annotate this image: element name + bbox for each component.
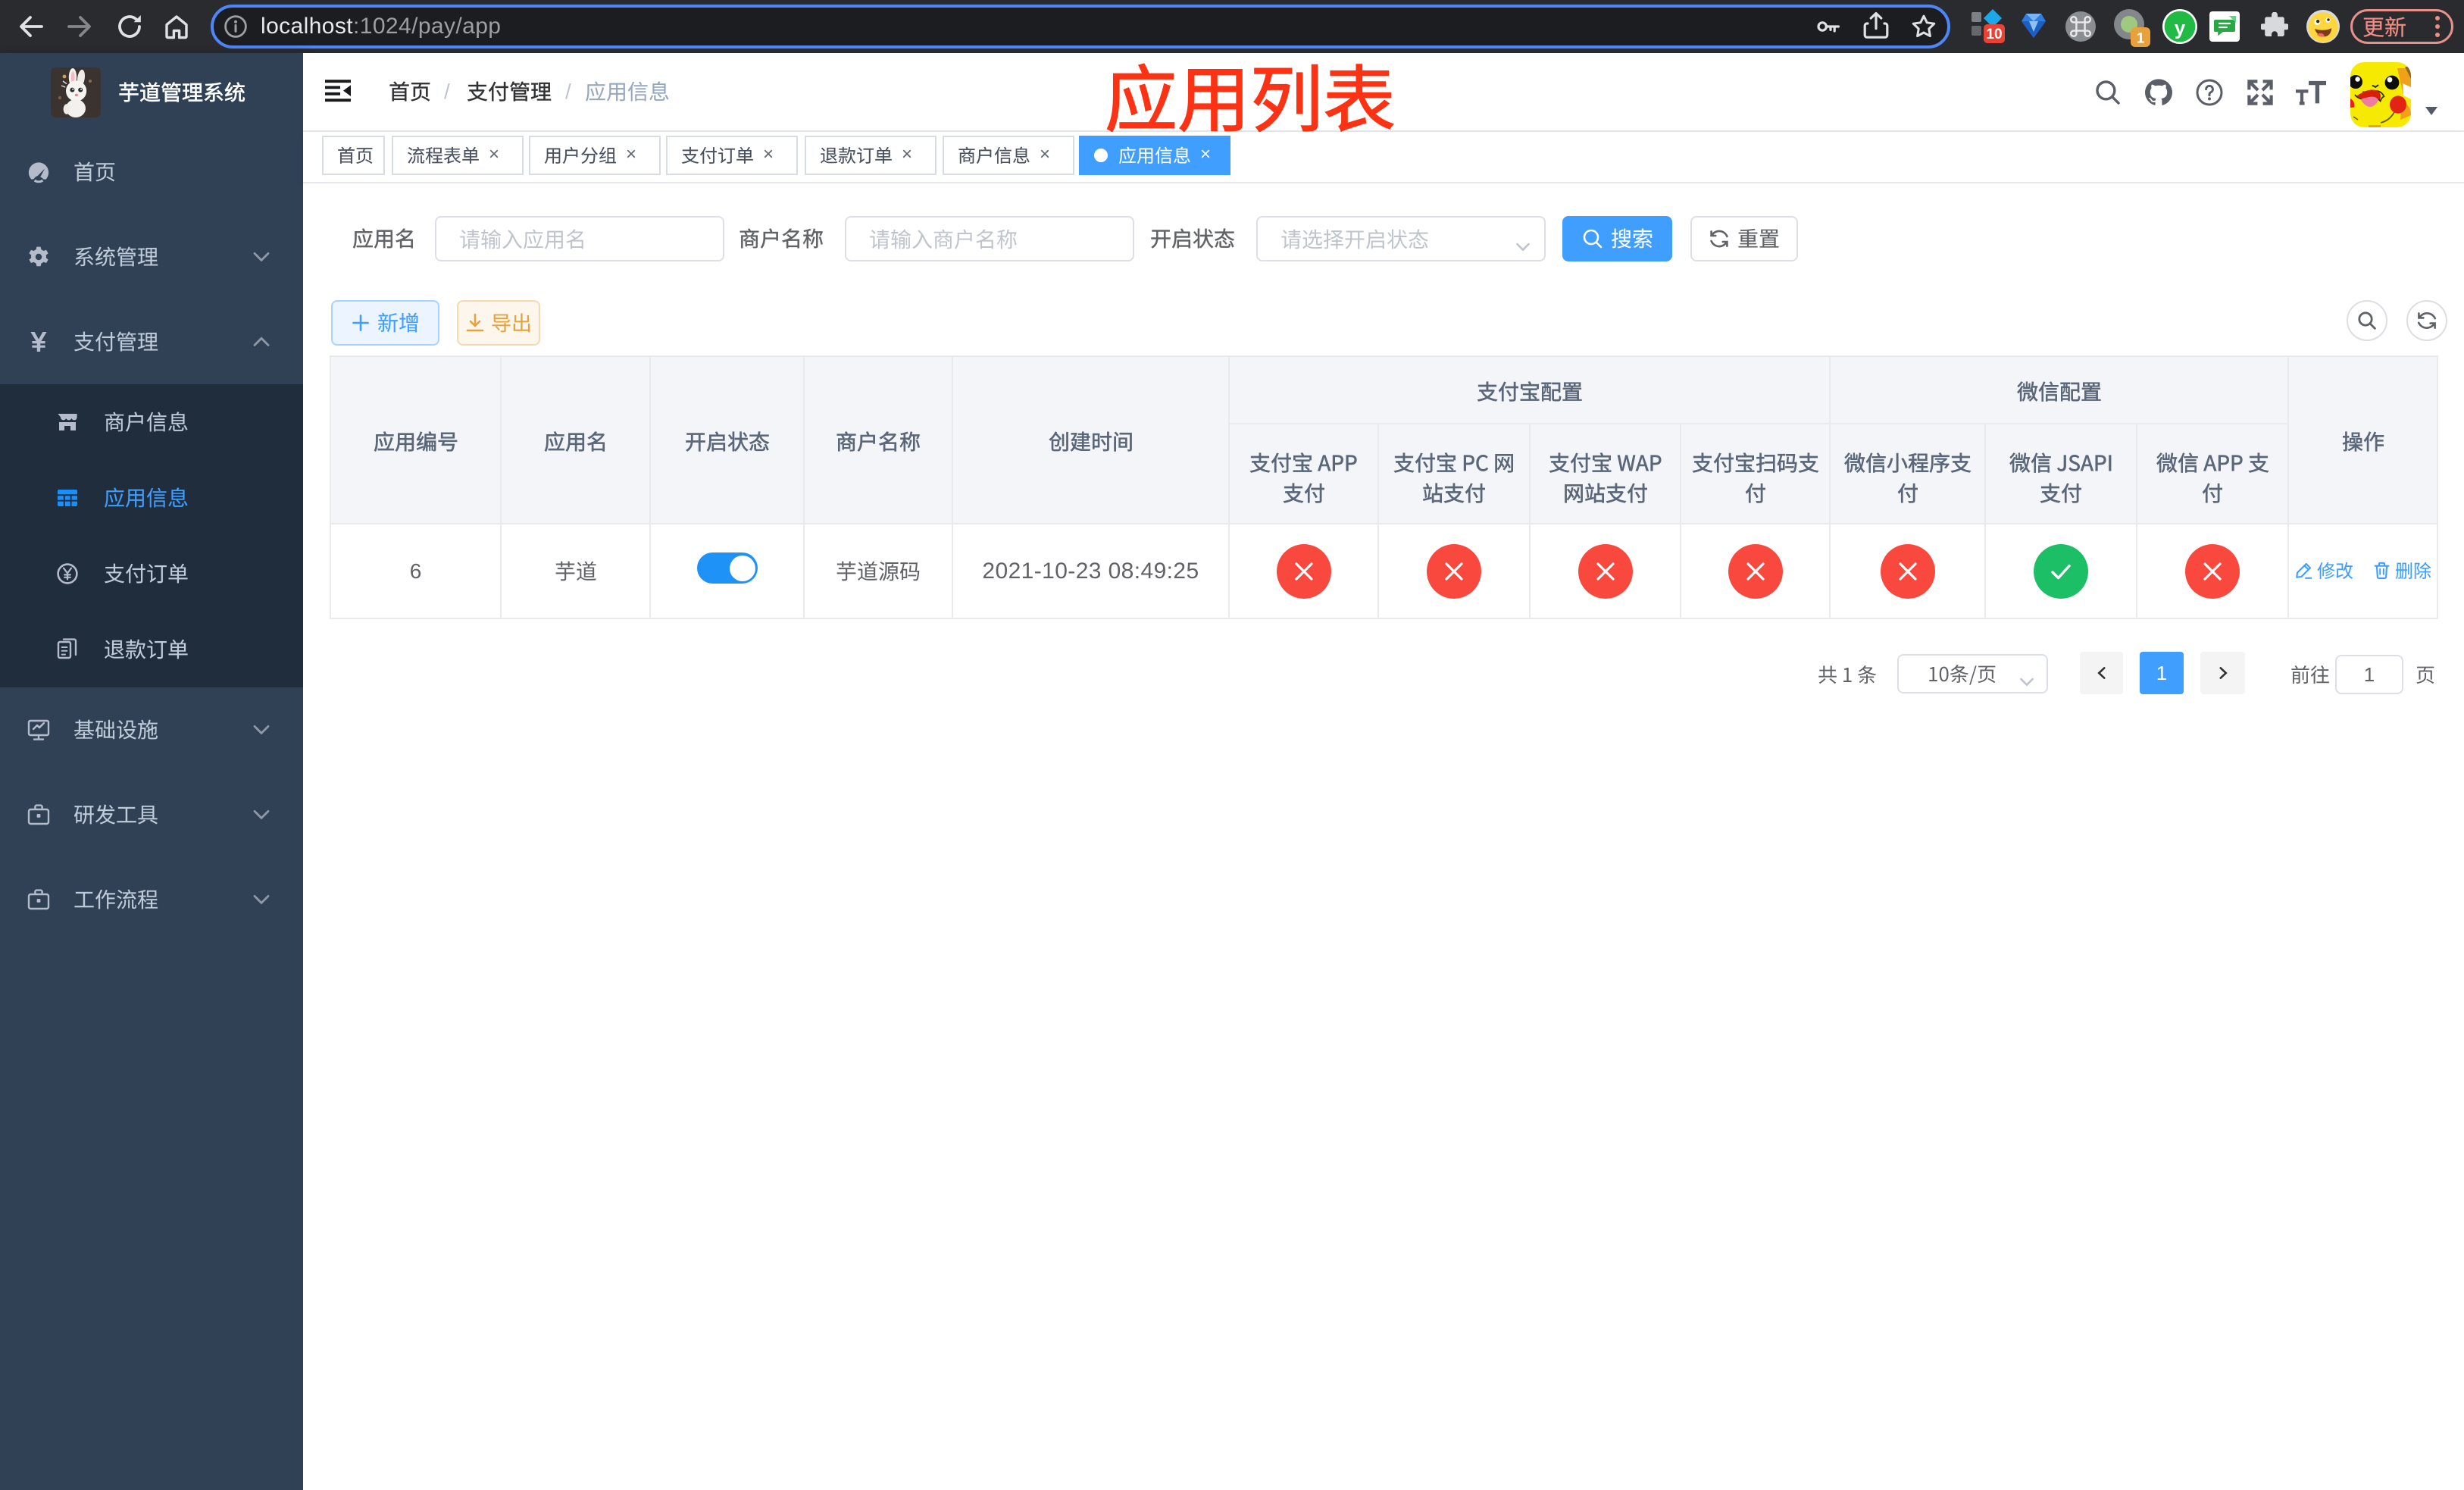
svg-text:10: 10 [1986,27,2002,42]
svg-text:y: y [2175,17,2186,39]
svg-text:1: 1 [2137,30,2145,46]
